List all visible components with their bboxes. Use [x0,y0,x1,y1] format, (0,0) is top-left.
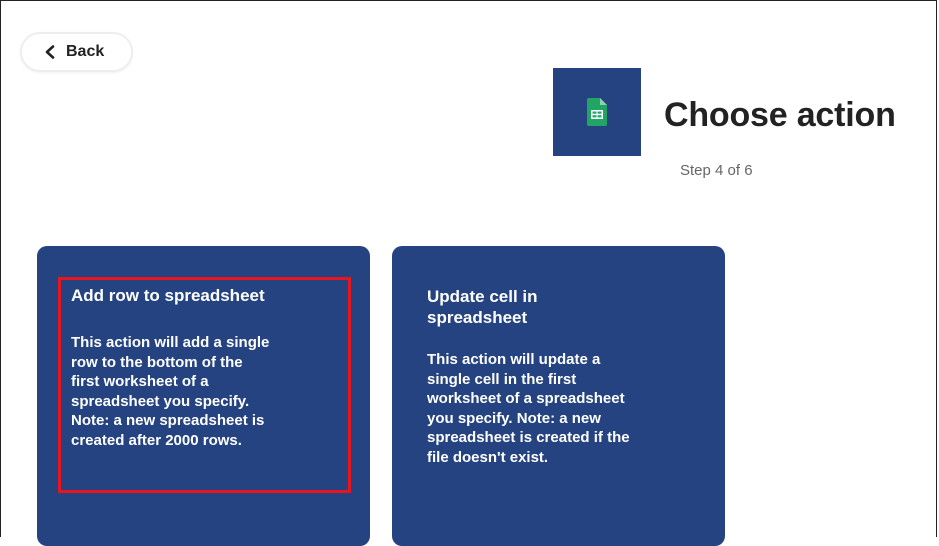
action-card-title: Add row to spreadsheet [71,286,265,305]
back-button-label: Back [66,43,105,60]
google-sheets-icon [587,98,607,126]
action-card-update-cell[interactable]: Update cell in spreadsheet This action w… [392,246,725,546]
step-indicator: Step 4 of 6 [680,162,753,179]
action-card-title: Update cell in spreadsheet [427,287,538,327]
action-card-description: This action will update a single cell in… [427,351,630,466]
page-title: Choose action [664,96,896,134]
chevron-left-icon [45,45,55,59]
service-logo [553,68,641,156]
action-card-description: This action will add a single row to the… [71,334,270,449]
action-card-add-row[interactable]: Add row to spreadsheet This action will … [37,246,370,546]
back-button[interactable]: Back [20,32,133,72]
